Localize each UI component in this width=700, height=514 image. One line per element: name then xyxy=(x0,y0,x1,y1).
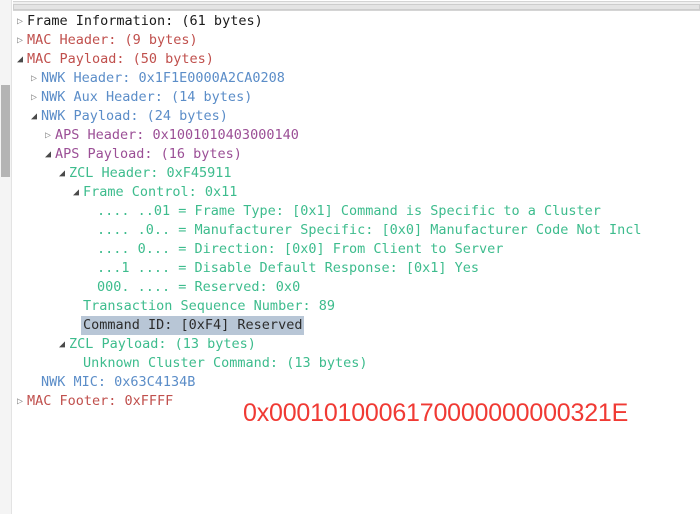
tree-row[interactable]: ▷NWK MIC: 0x63C4134B xyxy=(13,373,700,392)
vertical-scrollbar-thumb[interactable] xyxy=(1,85,10,177)
tree-row-label: MAC Footer: 0xFFFF xyxy=(27,393,174,409)
tree-row-label: APS Header: 0x1001010403000140 xyxy=(55,127,299,143)
expander-expanded-icon[interactable]: ◢ xyxy=(55,164,69,183)
tree-row-label: ...1 .... = Disable Default Response: [0… xyxy=(97,260,480,276)
expander-expanded-icon[interactable]: ◢ xyxy=(13,50,27,69)
tree-row-label: .... .0.. = Manufacturer Specific: [0x0]… xyxy=(97,222,642,238)
tree-row[interactable]: ▷Transaction Sequence Number: 89 xyxy=(13,297,700,316)
tree-row[interactable]: ◢ ZCL Payload: (13 bytes) xyxy=(13,335,700,354)
tree-row[interactable]: ▷.... .0.. = Manufacturer Specific: [0x0… xyxy=(13,221,700,240)
tree-row-label: Transaction Sequence Number: 89 xyxy=(83,298,335,314)
tree-row[interactable]: ▷ NWK Aux Header: (14 bytes) xyxy=(13,88,700,107)
horizontal-scrollbar-thumb[interactable] xyxy=(13,4,700,10)
tree-row[interactable]: ▷Command ID: [0xF4] Reserved xyxy=(13,316,700,335)
tree-row-label: 000. .... = Reserved: 0x0 xyxy=(97,279,301,295)
tree-row-label: Frame Information: (61 bytes) xyxy=(27,13,263,29)
tree-row[interactable]: ◢ ZCL Header: 0xF45911 xyxy=(13,164,700,183)
tree-row-label: MAC Header: (9 bytes) xyxy=(27,32,198,48)
tree-row-label: NWK Aux Header: (14 bytes) xyxy=(41,89,253,105)
tree-row-label: .... 0... = Direction: [0x0] From Client… xyxy=(97,241,504,257)
expander-collapsed-icon[interactable]: ▷ xyxy=(27,88,41,107)
expander-placeholder: ▷ xyxy=(83,221,97,240)
horizontal-scrollbar[interactable] xyxy=(13,1,700,11)
tree-row-label: ZCL Payload: (13 bytes) xyxy=(69,336,256,352)
expander-collapsed-icon[interactable]: ▷ xyxy=(13,31,27,50)
expander-placeholder: ▷ xyxy=(83,202,97,221)
tree-row-label: ZCL Header: 0xF45911 xyxy=(69,165,232,181)
tree-row[interactable]: ▷ APS Header: 0x1001010403000140 xyxy=(13,126,700,145)
expander-expanded-icon[interactable]: ◢ xyxy=(55,335,69,354)
tree-row-label: .... ..01 = Frame Type: [0x1] Command is… xyxy=(97,203,601,219)
tree-row-label: APS Payload: (16 bytes) xyxy=(55,146,242,162)
tree-row-label: NWK MIC: 0x63C4134B xyxy=(41,374,196,390)
expander-placeholder: ▷ xyxy=(69,297,83,316)
tree-row[interactable]: ▷ Frame Information: (61 bytes) xyxy=(13,12,700,31)
tree-row[interactable]: ▷.... 0... = Direction: [0x0] From Clien… xyxy=(13,240,700,259)
tree-row[interactable]: ▷000. .... = Reserved: 0x0 xyxy=(13,278,700,297)
tree-row-label: NWK Payload: (24 bytes) xyxy=(41,108,228,124)
tree-row-label: Command ID: [0xF4] Reserved xyxy=(81,316,305,335)
expander-placeholder: ▷ xyxy=(83,259,97,278)
expander-expanded-icon[interactable]: ◢ xyxy=(27,107,41,126)
expander-expanded-icon[interactable]: ◢ xyxy=(69,183,83,202)
packet-detail-window: ▷ Frame Information: (61 bytes) ▷ MAC Heade… xyxy=(0,0,700,514)
expander-collapsed-icon[interactable]: ▷ xyxy=(27,69,41,88)
expander-placeholder: ▷ xyxy=(83,278,97,297)
tree-row[interactable]: ▷ NWK Header: 0x1F1E0000A2CA0208 xyxy=(13,69,700,88)
tree-row[interactable]: ◢ Frame Control: 0x11 xyxy=(13,183,700,202)
expander-collapsed-icon[interactable]: ▷ xyxy=(13,12,27,31)
expander-placeholder: ▷ xyxy=(27,373,41,392)
tree-row[interactable]: ◢ APS Payload: (16 bytes) xyxy=(13,145,700,164)
expander-placeholder: ▷ xyxy=(69,354,83,373)
expander-collapsed-icon[interactable]: ▷ xyxy=(13,392,27,411)
tree-row[interactable]: ◢ MAC Payload: (50 bytes) xyxy=(13,50,700,69)
tree-row[interactable]: ◢ NWK Payload: (24 bytes) xyxy=(13,107,700,126)
tree-row[interactable]: ▷.... ..01 = Frame Type: [0x1] Command i… xyxy=(13,202,700,221)
tree-row[interactable]: ▷...1 .... = Disable Default Response: [… xyxy=(13,259,700,278)
tree-row[interactable]: ▷Unknown Cluster Command: (13 bytes) xyxy=(13,354,700,373)
expander-expanded-icon[interactable]: ◢ xyxy=(41,145,55,164)
tree-row[interactable]: ▷ MAC Header: (9 bytes) xyxy=(13,31,700,50)
expander-collapsed-icon[interactable]: ▷ xyxy=(41,126,55,145)
packet-tree: ▷ Frame Information: (61 bytes) ▷ MAC Heade… xyxy=(13,12,700,514)
hex-annotation-overlay: 0x0001010006170000000000321E xyxy=(243,399,629,427)
tree-row-label: NWK Header: 0x1F1E0000A2CA0208 xyxy=(41,70,285,86)
tree-row-label: Unknown Cluster Command: (13 bytes) xyxy=(83,355,368,371)
expander-placeholder: ▷ xyxy=(83,240,97,259)
vertical-scrollbar[interactable] xyxy=(0,0,12,514)
tree-row-label: MAC Payload: (50 bytes) xyxy=(27,51,214,67)
tree-row-label: Frame Control: 0x11 xyxy=(83,184,238,200)
